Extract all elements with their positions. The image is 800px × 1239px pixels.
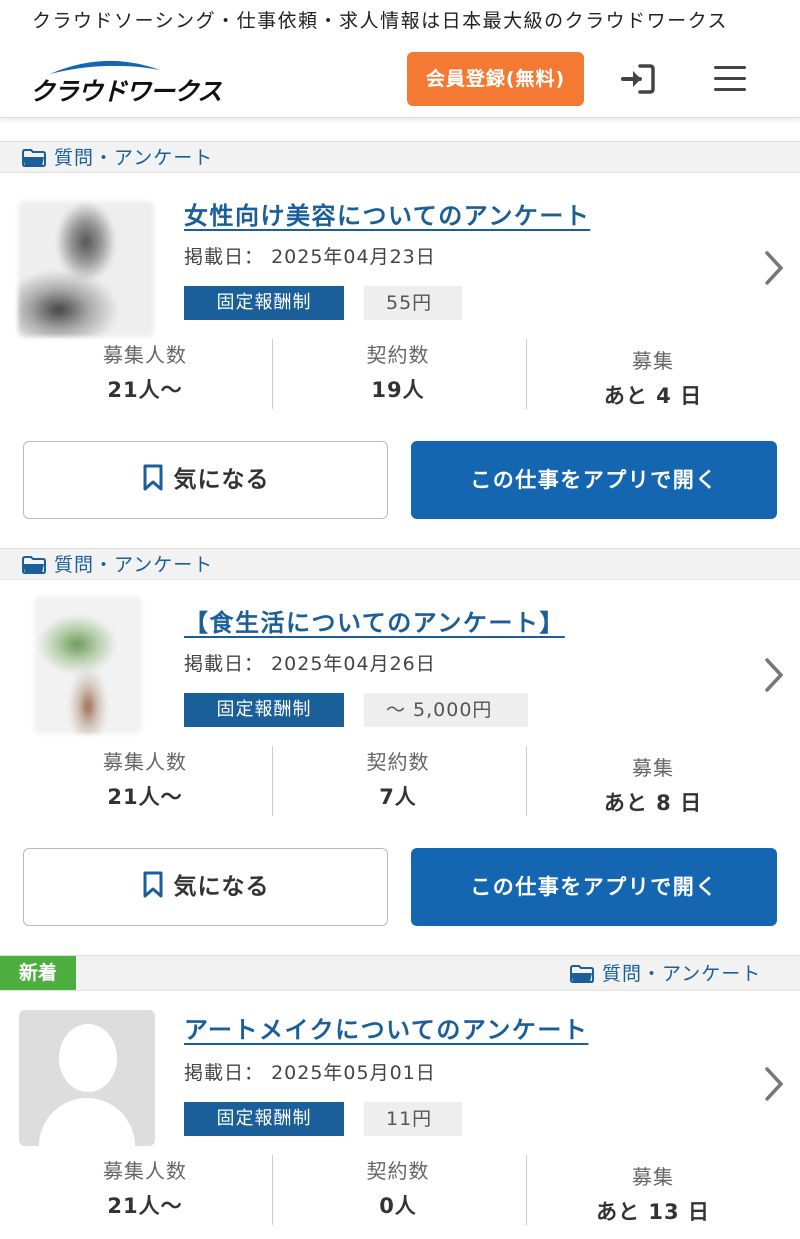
remaining-days: あと 8 日 <box>603 791 703 815</box>
register-button[interactable]: 会員登録(無料) <box>407 52 584 106</box>
pay-amount: 〜 5,000円 <box>364 693 528 727</box>
date-value: 2025年04月26日 <box>271 653 436 675</box>
recruiting-label: 募集 <box>632 1165 674 1189</box>
recruiting-label: 募集 <box>632 756 674 780</box>
favorite-button[interactable]: 気になる <box>23 441 388 519</box>
recruit-count-label: 募集人数 <box>103 750 187 774</box>
favorite-label: 気になる <box>173 874 270 900</box>
date-prefix: 掲載日： <box>184 1062 265 1084</box>
new-badge: 新着 <box>0 956 76 990</box>
pay-amount: 11円 <box>364 1102 462 1136</box>
bookmark-icon <box>143 464 162 491</box>
logo-text: クラウドワークス <box>30 77 222 106</box>
chevron-right-icon[interactable] <box>762 250 786 286</box>
favorite-button[interactable]: 気になる <box>23 848 388 926</box>
date-value: 2025年04月23日 <box>271 246 436 268</box>
job-card: 質問・アンケート 【食生活についてのアンケート】 掲載日： 2025年04月26… <box>0 548 800 948</box>
category-label: 質問・アンケート <box>54 554 214 576</box>
contracts-label: 契約数 <box>366 750 430 774</box>
chevron-right-icon[interactable] <box>762 1066 786 1102</box>
folder-icon <box>570 965 594 983</box>
contracts-label: 契約数 <box>366 1159 430 1183</box>
login-icon[interactable] <box>620 62 656 96</box>
job-card: 新着 質問・アンケート アートメイクについてのアンケート 掲載日： 2025年0… <box>0 955 800 1239</box>
recruit-count-label: 募集人数 <box>103 343 187 367</box>
post-date: 掲載日： 2025年04月26日 <box>184 649 436 676</box>
date-value: 2025年05月01日 <box>271 1062 436 1084</box>
hamburger-menu-icon[interactable] <box>714 66 746 94</box>
recruit-count-value: 21人〜 <box>107 378 183 402</box>
site-header: クラウドワークス 会員登録(無料) <box>0 42 800 118</box>
job-stats: 募集人数 21人〜 契約数 0人 募集あと 13 日 <box>0 1155 800 1227</box>
remaining-days: あと 13 日 <box>596 1200 710 1224</box>
folder-icon <box>22 149 46 167</box>
bookmark-icon <box>143 871 162 898</box>
category-label: 質問・アンケート <box>602 963 762 985</box>
open-in-app-button[interactable]: この仕事をアプリで開く <box>411 848 777 926</box>
remaining-days: あと 4 日 <box>603 384 703 408</box>
favorite-label: 気になる <box>173 467 270 493</box>
job-stats: 募集人数 21人〜 契約数 19人 募集あと 4 日 <box>0 339 800 411</box>
contracts-label: 契約数 <box>366 343 430 367</box>
open-in-app-button[interactable]: この仕事をアプリで開く <box>411 441 777 519</box>
category-bar: 新着 質問・アンケート <box>0 955 800 991</box>
pay-type-badge: 固定報酬制 <box>184 693 344 727</box>
recruiting-label: 募集 <box>632 349 674 373</box>
recruit-count-label: 募集人数 <box>103 1159 187 1183</box>
contracts-value: 7人 <box>379 785 417 809</box>
category-link[interactable]: 質問・アンケート <box>22 549 213 581</box>
contracts-value: 19人 <box>371 378 425 402</box>
client-thumbnail[interactable] <box>18 201 154 337</box>
job-title-link[interactable]: アートメイクについてのアンケート <box>184 1010 588 1045</box>
post-date: 掲載日： 2025年05月01日 <box>184 1058 436 1085</box>
date-prefix: 掲載日： <box>184 246 265 268</box>
category-link[interactable]: 質問・アンケート <box>22 142 213 174</box>
category-bar: 質問・アンケート <box>0 548 800 580</box>
client-avatar-placeholder[interactable] <box>19 1010 155 1146</box>
job-title-link[interactable]: 女性向け美容についてのアンケート <box>184 196 590 231</box>
chevron-right-icon[interactable] <box>762 657 786 693</box>
category-label: 質問・アンケート <box>54 147 214 169</box>
site-tagline: クラウドソーシング・仕事依頼・求人情報は日本最大級のクラウドワークス <box>32 10 729 32</box>
job-title-link[interactable]: 【食生活についてのアンケート】 <box>184 603 565 638</box>
client-thumbnail[interactable] <box>34 596 142 734</box>
recruit-count-value: 21人〜 <box>107 785 183 809</box>
date-prefix: 掲載日： <box>184 653 265 675</box>
contracts-value: 0人 <box>379 1194 417 1218</box>
recruit-count-value: 21人〜 <box>107 1194 183 1218</box>
site-logo[interactable]: クラウドワークス <box>30 56 222 106</box>
folder-icon <box>22 556 46 574</box>
pay-type-badge: 固定報酬制 <box>184 286 344 320</box>
category-bar: 質問・アンケート <box>0 141 800 173</box>
category-link[interactable]: 質問・アンケート <box>570 956 761 992</box>
pay-type-badge: 固定報酬制 <box>184 1102 344 1136</box>
job-stats: 募集人数 21人〜 契約数 7人 募集あと 8 日 <box>0 746 800 818</box>
job-card: 質問・アンケート 女性向け美容についてのアンケート 掲載日： 2025年04月2… <box>0 141 800 541</box>
post-date: 掲載日： 2025年04月23日 <box>184 242 436 269</box>
pay-amount: 55円 <box>364 286 462 320</box>
